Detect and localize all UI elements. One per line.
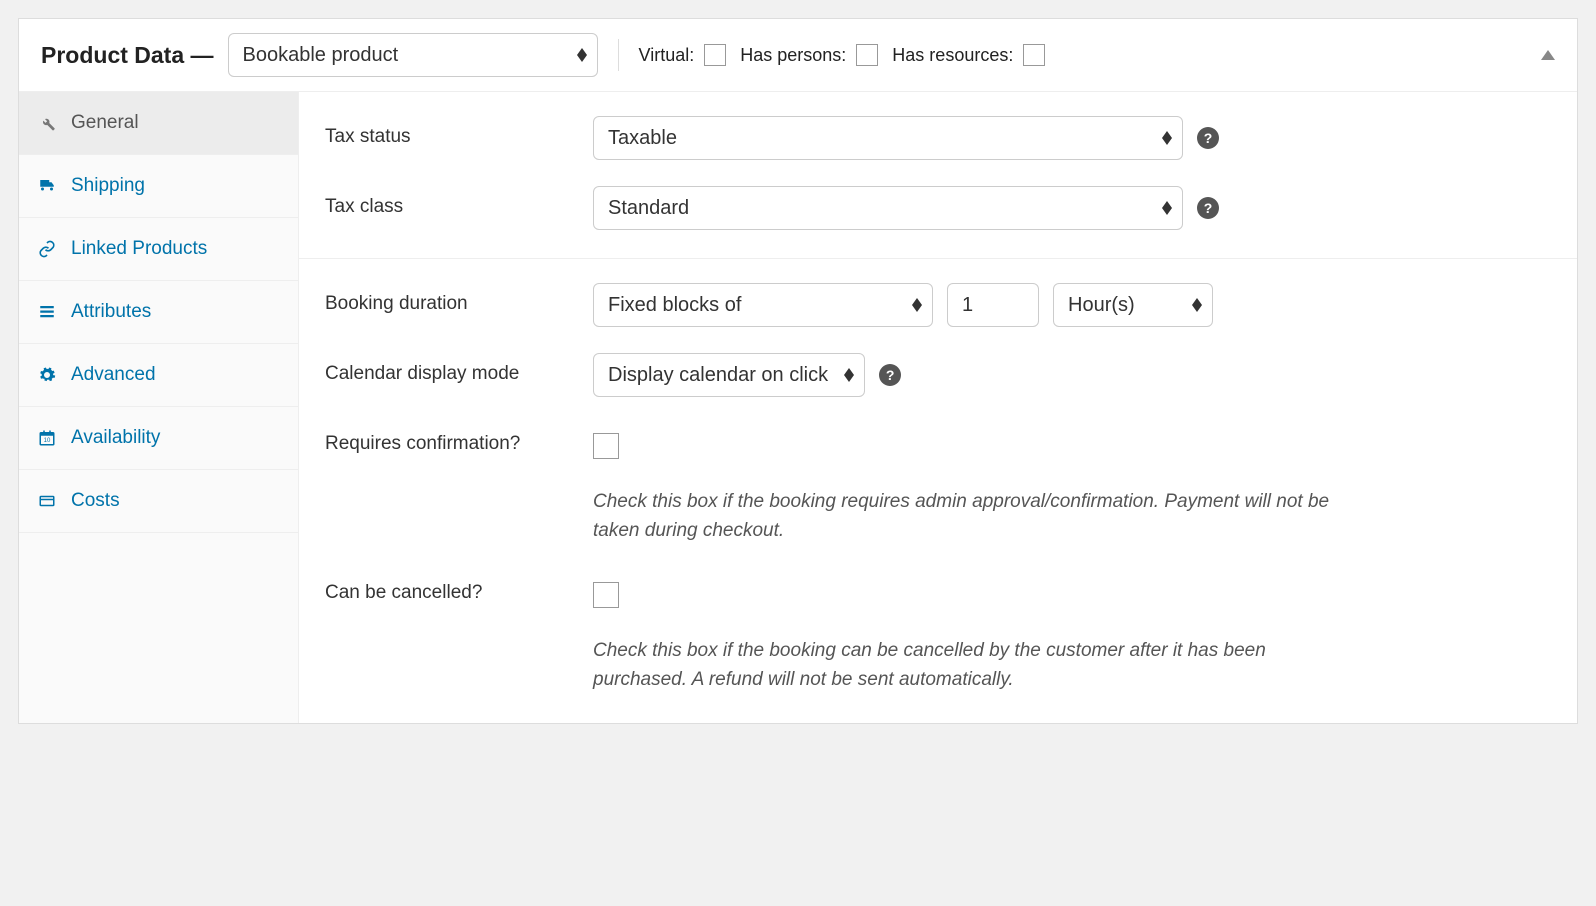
tab-advanced[interactable]: Advanced <box>19 344 298 407</box>
calendar-display-value: Display calendar on click <box>608 364 828 387</box>
tax-status-value: Taxable <box>608 127 677 150</box>
chevron-up-icon <box>1541 50 1555 60</box>
help-icon[interactable]: ? <box>879 364 901 386</box>
svg-text:10: 10 <box>44 438 51 444</box>
tab-label: Linked Products <box>71 238 207 260</box>
truck-icon <box>37 177 57 195</box>
collapse-toggle[interactable] <box>1541 50 1555 60</box>
separator <box>618 39 619 71</box>
tab-shipping[interactable]: Shipping <box>19 155 298 218</box>
duration-unit-select[interactable]: Hour(s) <box>1053 283 1213 327</box>
row-calendar-display: Calendar display mode Display calendar o… <box>325 353 1551 397</box>
calendar-icon: 10 <box>37 429 57 447</box>
gear-icon <box>37 366 57 384</box>
duration-unit-value: Hour(s) <box>1068 294 1135 317</box>
tab-label: Attributes <box>71 301 151 323</box>
tax-class-label: Tax class <box>325 186 575 218</box>
requires-confirmation-label: Requires confirmation? <box>325 423 575 455</box>
tab-label: Costs <box>71 490 120 512</box>
row-booking-duration: Booking duration Fixed blocks of Hour(s) <box>325 283 1551 327</box>
tax-class-select[interactable]: Standard <box>593 186 1183 230</box>
wrench-icon <box>37 114 57 132</box>
has-persons-checkbox[interactable] <box>856 44 878 66</box>
tab-costs[interactable]: Costs <box>19 470 298 533</box>
list-icon <box>37 303 57 321</box>
row-tax-class: Tax class Standard ? <box>325 186 1551 230</box>
panel-header: Product Data — Bookable product Virtual:… <box>19 19 1577 92</box>
product-type-value: Bookable product <box>243 44 399 67</box>
tab-attributes[interactable]: Attributes <box>19 281 298 344</box>
tax-status-label: Tax status <box>325 116 575 148</box>
panel-body: General Shipping Linked Products Attribu… <box>19 92 1577 723</box>
product-type-select[interactable]: Bookable product <box>228 33 598 77</box>
tab-label: Advanced <box>71 364 156 386</box>
row-tax-status: Tax status Taxable ? <box>325 116 1551 160</box>
can-be-cancelled-checkbox[interactable] <box>593 582 619 608</box>
has-resources-checkbox[interactable] <box>1023 44 1045 66</box>
virtual-checkbox[interactable] <box>704 44 726 66</box>
tab-label: Availability <box>71 427 160 449</box>
product-data-panel: Product Data — Bookable product Virtual:… <box>18 18 1578 724</box>
tax-class-value: Standard <box>608 197 689 220</box>
tab-linked-products[interactable]: Linked Products <box>19 218 298 281</box>
calendar-display-select[interactable]: Display calendar on click <box>593 353 865 397</box>
content-area: Tax status Taxable ? Tax class <box>299 92 1577 723</box>
has-resources-toggle[interactable]: Has resources: <box>892 44 1045 66</box>
chevron-updown-icon <box>912 298 922 312</box>
chevron-updown-icon <box>1162 201 1172 215</box>
help-icon[interactable]: ? <box>1197 197 1219 219</box>
chevron-updown-icon <box>577 48 587 62</box>
can-be-cancelled-label: Can be cancelled? <box>325 572 575 604</box>
tab-availability[interactable]: 10 Availability <box>19 407 298 470</box>
panel-title: Product Data — <box>41 42 214 69</box>
card-icon <box>37 492 57 510</box>
virtual-toggle[interactable]: Virtual: <box>639 44 727 66</box>
duration-type-value: Fixed blocks of <box>608 294 741 317</box>
virtual-label: Virtual: <box>639 45 695 66</box>
tab-general[interactable]: General <box>19 92 298 155</box>
tax-status-select[interactable]: Taxable <box>593 116 1183 160</box>
has-resources-label: Has resources: <box>892 45 1013 66</box>
duration-amount-input[interactable] <box>947 283 1039 327</box>
tax-group: Tax status Taxable ? Tax class <box>299 92 1577 259</box>
has-persons-label: Has persons: <box>740 45 846 66</box>
requires-confirmation-desc: Check this box if the booking requires a… <box>593 487 1353 546</box>
booking-duration-label: Booking duration <box>325 283 575 315</box>
chevron-updown-icon <box>1192 298 1202 312</box>
calendar-display-label: Calendar display mode <box>325 353 575 385</box>
help-icon[interactable]: ? <box>1197 127 1219 149</box>
sidebar: General Shipping Linked Products Attribu… <box>19 92 299 723</box>
requires-confirmation-checkbox[interactable] <box>593 433 619 459</box>
chevron-updown-icon <box>1162 131 1172 145</box>
duration-type-select[interactable]: Fixed blocks of <box>593 283 933 327</box>
booking-group: Booking duration Fixed blocks of Hour(s) <box>299 259 1577 723</box>
row-requires-confirmation: Requires confirmation? Check this box if… <box>325 423 1551 546</box>
tab-label: Shipping <box>71 175 145 197</box>
link-icon <box>37 240 57 258</box>
chevron-updown-icon <box>844 368 854 382</box>
can-be-cancelled-desc: Check this box if the booking can be can… <box>593 636 1353 695</box>
has-persons-toggle[interactable]: Has persons: <box>740 44 878 66</box>
row-can-be-cancelled: Can be cancelled? Check this box if the … <box>325 572 1551 695</box>
tab-label: General <box>71 112 139 134</box>
